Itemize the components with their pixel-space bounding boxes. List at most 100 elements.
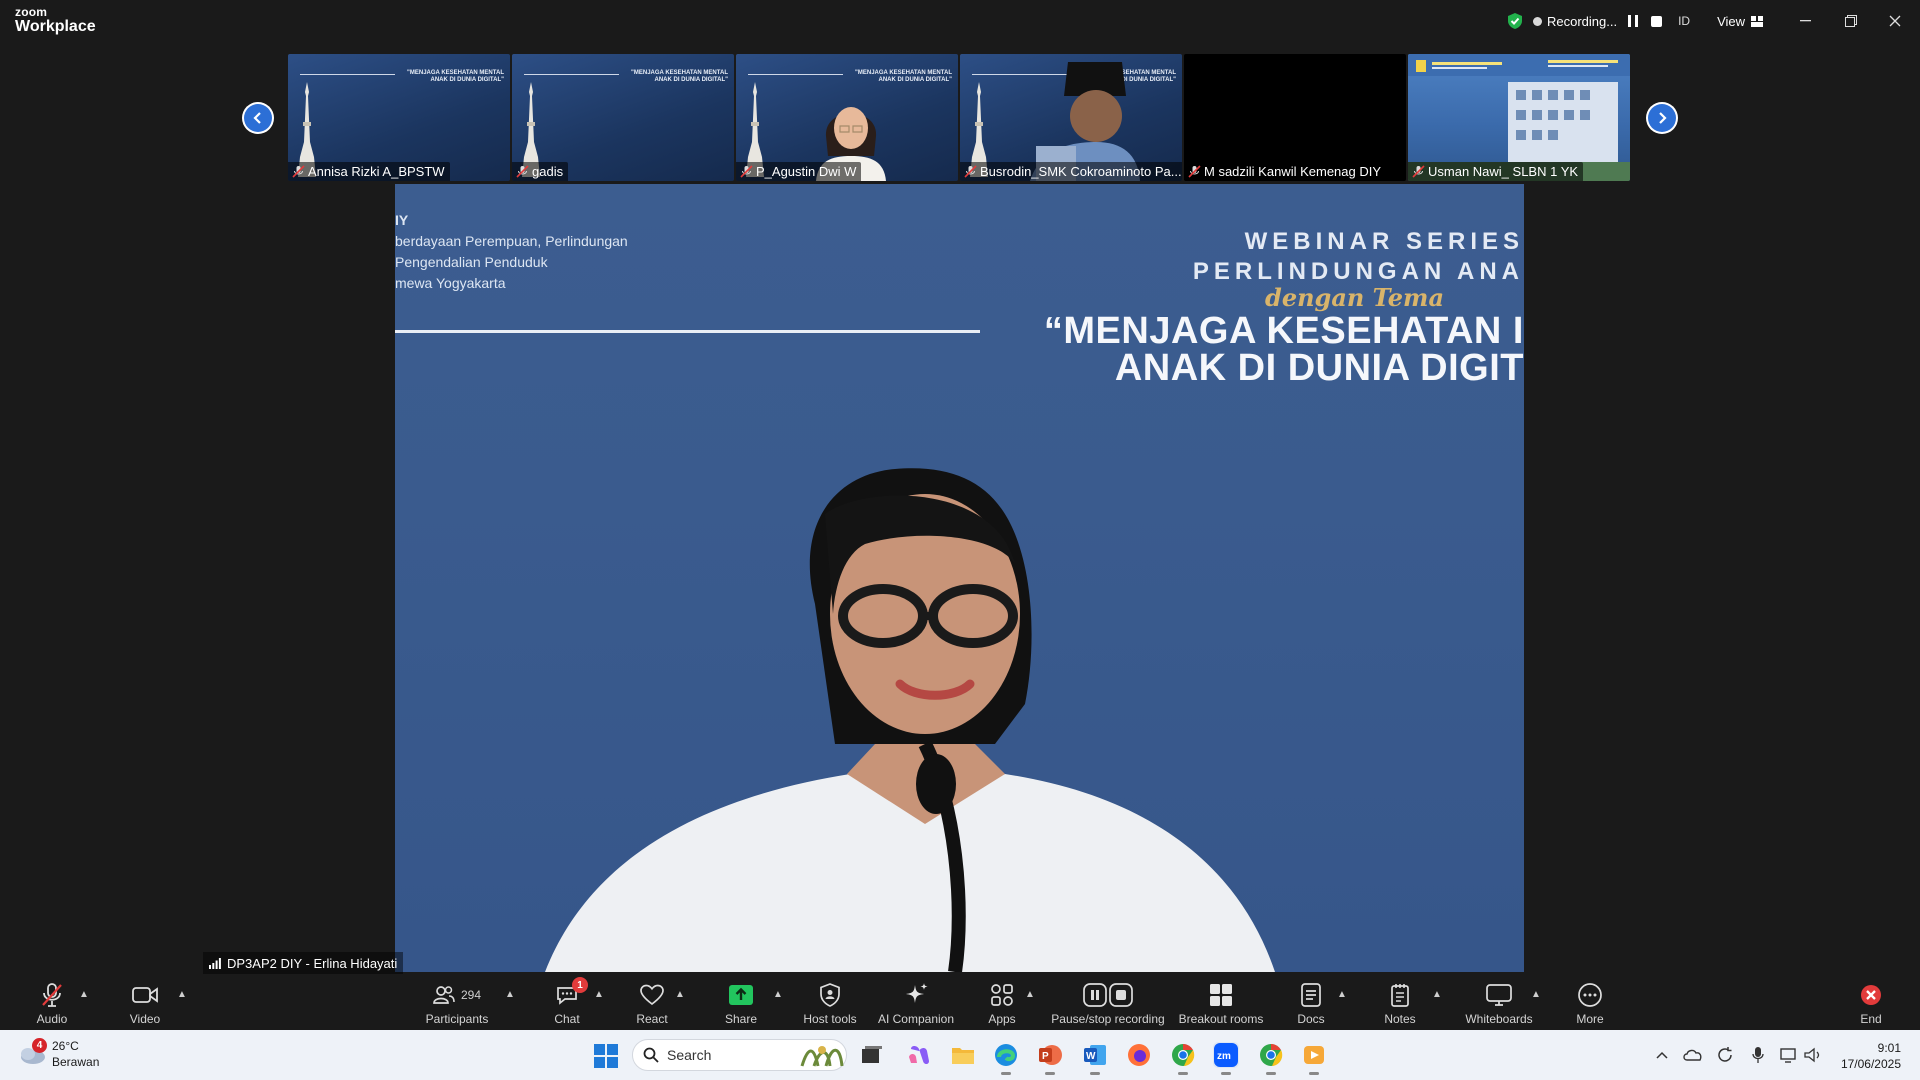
- notes-icon-wrap: [1390, 980, 1410, 1010]
- windows-taskbar: 4 26°C Berawan Search P W zm 9:01 17/06/…: [0, 1030, 1920, 1080]
- minimize-icon: [1799, 20, 1811, 22]
- chrome-profile-icon[interactable]: [1258, 1042, 1284, 1075]
- shield-icon: [820, 983, 840, 1007]
- end-meeting-button[interactable]: End: [1821, 980, 1920, 1026]
- video-button[interactable]: Video: [95, 980, 195, 1026]
- apps-options-chevron-icon[interactable]: ▲: [1025, 989, 1035, 1000]
- participant-name: Busrodin_SMK Cokroaminoto Pa...: [980, 164, 1182, 179]
- weather-widget[interactable]: 4 26°C Berawan: [18, 1038, 99, 1070]
- share-button[interactable]: Share: [691, 980, 791, 1026]
- participants-icon: [433, 986, 455, 1004]
- task-view-icon[interactable]: [859, 1042, 885, 1068]
- onedrive-icon[interactable]: [1683, 1045, 1703, 1065]
- apps-label: Apps: [988, 1012, 1016, 1026]
- participant-tile[interactable]: M sadzili Kanwil Kemenag DIY: [1184, 54, 1406, 181]
- audio-label: Audio: [36, 1012, 68, 1026]
- gallery-prev-button[interactable]: [242, 102, 274, 134]
- zoom-taskbar-icon[interactable]: zm: [1213, 1042, 1239, 1075]
- chrome-icon[interactable]: [1170, 1042, 1196, 1075]
- breakout-rooms-label: Breakout rooms: [1178, 1012, 1264, 1026]
- windows-start-icon[interactable]: [594, 1044, 618, 1068]
- ai-companion-button[interactable]: AI Companion: [866, 980, 966, 1026]
- volume-icon[interactable]: [1803, 1045, 1823, 1065]
- next-arrow-circle: [1648, 104, 1676, 132]
- chat-unread-badge: 1: [572, 977, 588, 993]
- speaker-volume-icon: [1804, 1047, 1820, 1063]
- show-hidden-icons-chevron-icon[interactable]: [1652, 1045, 1672, 1065]
- docs-button[interactable]: Docs: [1261, 980, 1361, 1026]
- sync-icon[interactable]: [1715, 1045, 1735, 1065]
- participants-options-chevron-icon[interactable]: ▲: [505, 989, 515, 1000]
- ai-companion-label: AI Companion: [877, 1012, 955, 1026]
- pause-stop-recording-button[interactable]: Pause/stop recording: [1051, 980, 1165, 1026]
- pause-recording-button[interactable]: [1626, 14, 1640, 28]
- svg-text:W: W: [1086, 1051, 1096, 1062]
- chevron-up-icon: [1656, 1051, 1668, 1059]
- participants-button[interactable]: 294 Participants: [407, 980, 507, 1026]
- microphone-icon: [1752, 1047, 1764, 1063]
- react-label: React: [636, 1012, 668, 1026]
- apps-icon-wrap: [990, 980, 1014, 1010]
- signal-strength-icon: [209, 957, 221, 969]
- audio-button[interactable]: Audio: [2, 980, 102, 1026]
- powerpoint-icon[interactable]: P: [1037, 1042, 1063, 1075]
- participant-tile[interactable]: "MENJAGA KESEHATAN MENTAL ANAK DI DUNIA …: [736, 54, 958, 181]
- gallery-next-button[interactable]: [1646, 102, 1678, 134]
- word-icon[interactable]: W: [1082, 1042, 1108, 1075]
- firefox-icon[interactable]: [1126, 1042, 1152, 1068]
- active-speaker-video[interactable]: IY berdayaan Perempuan, Perlindungan Pen…: [395, 184, 1524, 972]
- react-options-chevron-icon[interactable]: ▲: [675, 989, 685, 1000]
- participant-tile[interactable]: Usman Nawi_ SLBN 1 YK: [1408, 54, 1630, 181]
- weather-temp: 26°C: [52, 1039, 79, 1053]
- breakout-rooms-button[interactable]: Breakout rooms: [1171, 980, 1271, 1026]
- more-button[interactable]: More: [1540, 980, 1640, 1026]
- participant-tile[interactable]: "MENJAGA KESEHATAN MENTAL ANAK DI DUNIA …: [288, 54, 510, 181]
- file-explorer-icon[interactable]: [950, 1042, 976, 1068]
- apps-button[interactable]: Apps: [952, 980, 1052, 1026]
- audio-options-chevron-icon[interactable]: ▲: [79, 989, 89, 1000]
- participant-tile[interactable]: "MENJAGA KESEHATAN MENTAL ANAK DI DUNIA …: [512, 54, 734, 181]
- slide-caption: "MENJAGA KESEHATAN MENTAL ANAK DI DUNIA …: [631, 70, 728, 84]
- slide-rule: [300, 74, 395, 75]
- participant-tile[interactable]: "MENJAGA KESEHATAN MENTAL ANAK DI DUNIA …: [960, 54, 1182, 181]
- meeting-id-label[interactable]: ID: [1678, 14, 1690, 28]
- view-button[interactable]: View: [1717, 14, 1764, 29]
- participant-name: M sadzili Kanwil Kemenag DIY: [1204, 164, 1382, 179]
- participant-name-tag: Busrodin_SMK Cokroaminoto Pa...: [960, 162, 1182, 181]
- active-speaker-name-tag: DP3AP2 DIY - Erlina Hidayati: [203, 952, 404, 974]
- copilot-icon[interactable]: [906, 1042, 932, 1068]
- taskbar-clock[interactable]: 9:01 17/06/2025: [1841, 1040, 1901, 1072]
- svg-text:zm: zm: [1217, 1051, 1231, 1062]
- media-player-icon[interactable]: [1301, 1042, 1327, 1075]
- participant-name: Usman Nawi_ SLBN 1 YK: [1428, 164, 1579, 179]
- close-window-button[interactable]: [1880, 8, 1910, 34]
- stop-recording-button[interactable]: [1649, 14, 1663, 28]
- video-options-chevron-icon[interactable]: ▲: [177, 989, 187, 1000]
- notes-options-chevron-icon[interactable]: ▲: [1432, 989, 1442, 1000]
- ai-companion-icon-wrap: [903, 980, 929, 1010]
- edge-browser-icon[interactable]: [993, 1042, 1019, 1075]
- prev-arrow-circle: [244, 104, 272, 132]
- task-view-glyph-icon: [862, 1046, 882, 1063]
- network-icon[interactable]: [1779, 1045, 1799, 1065]
- host-tools-label: Host tools: [803, 1012, 857, 1026]
- weather-desc: Berawan: [52, 1055, 100, 1069]
- whiteboards-label: Whiteboards: [1465, 1012, 1533, 1026]
- encryption-shield-icon[interactable]: [1506, 12, 1524, 30]
- microphone-tray-icon[interactable]: [1748, 1045, 1768, 1065]
- end-label: End: [1860, 1012, 1882, 1026]
- react-button[interactable]: React: [602, 980, 702, 1026]
- mic-muted-icon: [964, 165, 977, 178]
- participant-name-tag: M sadzili Kanwil Kemenag DIY: [1184, 162, 1387, 181]
- mic-muted-icon: [516, 165, 529, 178]
- restore-button[interactable]: [1836, 8, 1866, 34]
- whiteboards-button[interactable]: Whiteboards: [1449, 980, 1549, 1026]
- heart-icon: [640, 984, 664, 1006]
- notes-button[interactable]: Notes: [1350, 980, 1450, 1026]
- stop-icon: [1650, 15, 1662, 27]
- minimize-button[interactable]: [1790, 8, 1820, 34]
- audio-icon-wrap: [41, 980, 63, 1010]
- host-tools-button[interactable]: Host tools: [780, 980, 880, 1026]
- participants-label: Participants: [425, 1012, 489, 1026]
- docs-options-chevron-icon[interactable]: ▲: [1337, 989, 1347, 1000]
